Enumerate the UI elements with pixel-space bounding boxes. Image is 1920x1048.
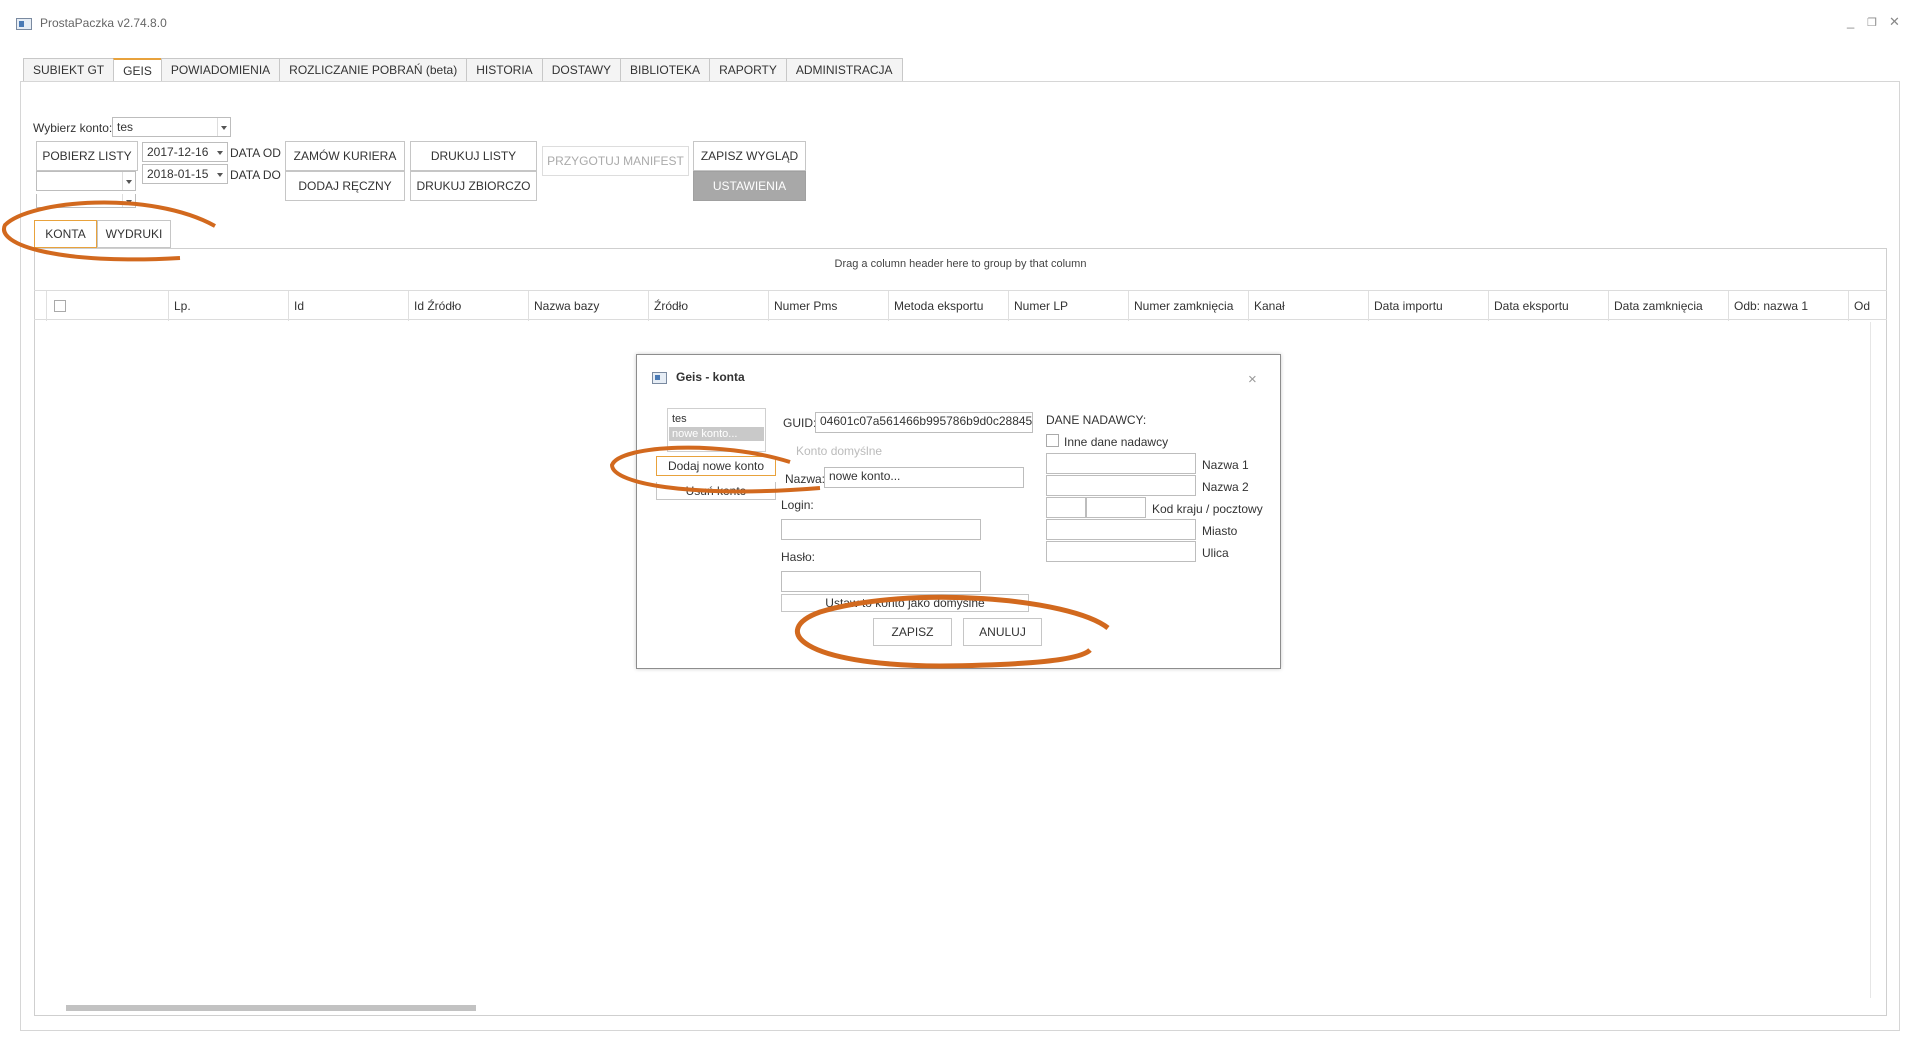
horizontal-scroll-thumb[interactable] [66,1005,476,1011]
add-manual-button[interactable]: DODAJ RĘCZNY [285,171,405,201]
vertical-scrollbar[interactable] [1870,322,1882,998]
column-header[interactable]: Metoda eksportu [889,291,1009,321]
tab-administracja[interactable]: ADMINISTRACJA [785,58,903,82]
other-sender-label: Inne dane nadawcy [1064,435,1169,449]
column-header[interactable]: Numer Pms [769,291,889,321]
column-header[interactable]: Numer zamknięcia [1129,291,1249,321]
app-icon [16,18,32,30]
tab-powiadomienia[interactable]: POWIADOMIENIA [160,58,280,82]
password-label: Hasło: [781,550,816,564]
list-item[interactable]: tes [668,409,765,425]
restore-icon[interactable]: ❐ [1867,16,1877,29]
column-header[interactable]: Od [1849,291,1887,321]
order-courier-button[interactable]: ZAMÓW KURIERA [285,141,405,171]
column-header[interactable]: Kanał [1249,291,1369,321]
date-from-picker[interactable]: 2017-12-16 [142,142,228,162]
save-button[interactable]: ZAPISZ [873,618,952,646]
login-field[interactable] [781,519,981,540]
date-to-value: 2018-01-15 [147,167,209,181]
column-header[interactable]: Nazwa bazy [529,291,649,321]
date-from-value: 2017-12-16 [147,145,209,159]
chevron-down-icon [214,165,227,183]
sender-name2-label: Nazwa 2 [1202,480,1249,494]
prepare-manifest-button[interactable]: PRZYGOTUJ MANIFEST [542,146,689,176]
grid-header-row: Lp. Id Id Źródło Nazwa bazy Źródło Numer… [34,290,1887,321]
dialog-close-icon[interactable]: × [1248,371,1257,388]
window-title: ProstaPaczka v2.74.8.0 [40,16,167,30]
list-item-selected[interactable]: nowe konto... [669,427,764,441]
sender-city-field[interactable] [1046,519,1196,540]
filter-select-1[interactable] [36,171,136,191]
sender-country-postal-label: Kod kraju / pocztowy [1152,502,1263,516]
dialog-title: Geis - konta [676,370,745,384]
account-label: Wybierz konto: [33,121,113,135]
tab-biblioteka[interactable]: BIBLIOTEKA [620,58,710,82]
chevron-down-icon [217,118,230,136]
column-header[interactable]: Lp. [169,291,289,321]
column-header[interactable]: Odb: nazwa 1 [1729,291,1849,321]
default-account-label: Konto domyślne [796,444,883,458]
sender-name1-field[interactable] [1046,453,1196,474]
row-indicator-column [34,291,47,321]
sender-postal-field[interactable] [1086,497,1146,518]
name-label: Nazwa: [785,472,826,486]
select-all-checkbox[interactable] [54,300,66,312]
tab-geis[interactable]: GEIS [113,58,161,82]
column-header[interactable]: Data eksportu [1489,291,1609,321]
chevron-down-icon [122,172,135,190]
cancel-button[interactable]: ANULUJ [963,618,1042,646]
minimize-icon[interactable]: _ [1847,14,1854,29]
date-to-label: DATA DO [230,168,281,182]
set-default-button[interactable]: Ustaw to konto jako domyślne [781,594,1029,612]
sender-city-label: Miasto [1202,524,1238,538]
chevron-down-icon [214,143,227,161]
accounts-list[interactable]: tes nowe konto... [667,408,766,452]
column-header[interactable]: Id [289,291,409,321]
remove-account-button[interactable]: Usuń konto [656,482,776,500]
print-lists-button[interactable]: DRUKUJ LISTY [410,141,537,171]
main-tabs: SUBIEKT GT GEIS POWIADOMIENIA ROZLICZANI… [23,58,903,82]
tab-subiekt-gt[interactable]: SUBIEKT GT [23,58,114,82]
column-header[interactable]: Data importu [1369,291,1489,321]
close-icon[interactable]: ✕ [1889,14,1900,30]
sender-street-label: Ulica [1202,546,1229,560]
column-header[interactable]: Źródło [649,291,769,321]
name-field[interactable]: nowe konto... [824,467,1024,488]
sender-name2-field[interactable] [1046,475,1196,496]
select-all-column[interactable] [47,291,169,321]
add-account-button[interactable]: Dodaj nowe konto [656,456,776,476]
tab-rozliczanie-pobran[interactable]: ROZLICZANIE POBRAŃ (beta) [279,58,467,82]
account-select-value: tes [117,120,134,134]
sender-street-field[interactable] [1046,541,1196,562]
guid-label: GUID: [783,416,817,430]
tab-raporty[interactable]: RAPORTY [709,58,786,82]
fetch-lists-button[interactable]: POBIERZ LISTY [36,141,138,171]
sender-name1-label: Nazwa 1 [1202,458,1249,472]
sender-header: DANE NADAWCY: [1046,413,1147,427]
date-from-label: DATA OD [230,146,281,160]
group-by-panel: Drag a column header here to group by th… [834,258,1087,270]
guid-field[interactable]: 04601c07a561466b995786b9d0c28845 [815,412,1033,433]
column-header[interactable]: Data zamknięcia [1609,291,1729,321]
sender-country-field[interactable] [1046,497,1086,518]
save-layout-button[interactable]: ZAPISZ WYGLĄD [693,141,806,171]
other-sender-checkbox[interactable] [1046,434,1059,447]
tab-dostawy[interactable]: DOSTAWY [541,58,621,82]
column-header[interactable]: Numer LP [1009,291,1129,321]
date-to-picker[interactable]: 2018-01-15 [142,164,228,184]
account-select[interactable]: tes [112,117,231,137]
tab-printouts[interactable]: WYDRUKI [97,220,171,248]
print-bulk-button[interactable]: DRUKUJ ZBIORCZO [410,171,537,201]
login-label: Login: [781,498,814,512]
password-field[interactable] [781,571,981,592]
dialog-app-icon [652,372,667,384]
settings-button[interactable]: USTAWIENIA [693,171,806,201]
tab-accounts[interactable]: KONTA [34,220,97,248]
filter-select-2[interactable] [36,194,136,208]
column-header[interactable]: Id Źródło [409,291,529,321]
tab-historia[interactable]: HISTORIA [466,58,542,82]
chevron-down-icon [122,194,135,207]
